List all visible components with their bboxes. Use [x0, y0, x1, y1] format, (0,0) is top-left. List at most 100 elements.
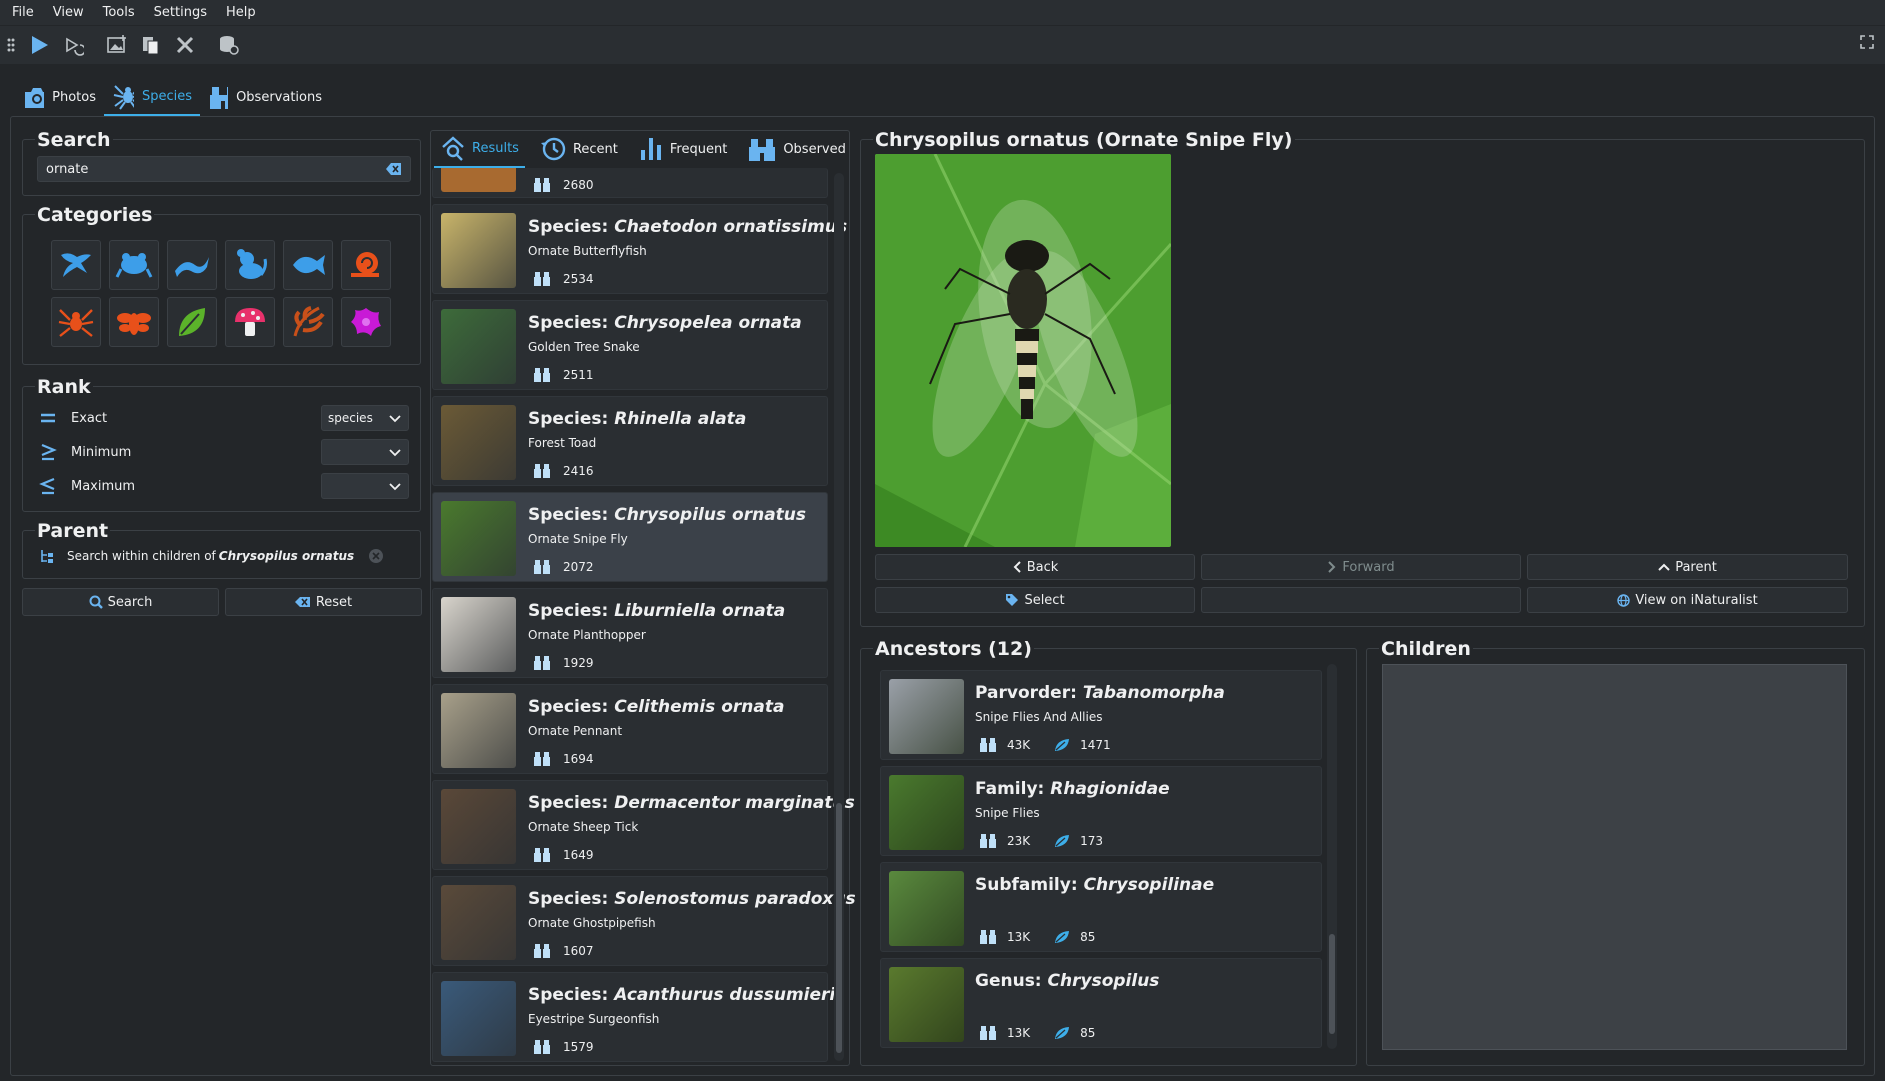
ancestor-stats: 13K 85 — [979, 929, 1095, 945]
result-card[interactable]: Species: Acanthurus dussumieri Eyestripe… — [432, 972, 835, 1062]
children-title: Children — [1379, 638, 1473, 660]
results-scroll-thumb[interactable] — [836, 803, 842, 1053]
category-frog[interactable] — [109, 240, 159, 290]
ancestor-card[interactable]: Subfamily: Chrysopilinae 13K 85 — [880, 862, 1322, 952]
menu-view[interactable]: View — [53, 5, 84, 20]
categories-group: Categories — [22, 204, 421, 365]
result-card[interactable]: Species: Chrysopelea ornata Golden Tree … — [432, 300, 828, 390]
forward-button[interactable]: Forward — [1201, 554, 1521, 580]
parent-button[interactable]: Parent — [1527, 554, 1848, 580]
play-icon[interactable] — [22, 29, 56, 61]
result-card[interactable]: Species: Solenostomus paradoxus Ornate G… — [432, 876, 856, 966]
result-count: 2416 — [563, 464, 594, 478]
database-refresh-icon[interactable] — [212, 29, 246, 61]
select-button[interactable]: Select — [875, 587, 1195, 613]
clear-icon[interactable] — [168, 29, 202, 61]
mollusk-icon — [351, 252, 379, 277]
result-title: Species: Rhinella alata — [528, 409, 747, 429]
result-card[interactable]: Species: Chrysopilus ornatus Ornate Snip… — [432, 492, 828, 582]
tab-recent[interactable]: Recent — [533, 130, 624, 168]
menu-bar: File View Tools Settings Help — [0, 0, 1885, 25]
clear-parent-icon[interactable] — [368, 548, 384, 564]
menu-help[interactable]: Help — [226, 5, 256, 20]
paste-icon[interactable] — [134, 29, 168, 61]
children-list[interactable] — [1382, 664, 1847, 1050]
category-arachnid[interactable] — [51, 297, 101, 347]
result-card[interactable]: Species: Rhinella alata Forest Toad 2416 — [432, 396, 828, 486]
tab-species[interactable]: Species — [104, 78, 200, 116]
rank-minimum-select[interactable] — [321, 439, 409, 465]
search-icon — [89, 595, 103, 609]
result-card-partial[interactable]: 2680 — [432, 168, 828, 198]
results-scrollbar[interactable] — [834, 173, 844, 1061]
category-insect[interactable] — [109, 297, 159, 347]
tab-photos[interactable]: Photos — [14, 78, 104, 116]
tab-frequent[interactable]: Frequent — [632, 130, 733, 168]
result-common-name: Ornate Planthopper — [528, 628, 646, 642]
back-button[interactable]: Back — [875, 554, 1195, 580]
ancestor-stats: 43K 1471 — [979, 737, 1111, 753]
result-count: 2534 — [563, 272, 594, 286]
menu-tools[interactable]: Tools — [103, 5, 135, 20]
result-title: Species: Solenostomus paradoxus — [528, 889, 856, 909]
ancestor-card[interactable]: Parvorder: Tabanomorpha Snipe Flies And … — [880, 670, 1322, 760]
rank-exact-label: Exact — [71, 410, 108, 426]
ancestors-scrollbar[interactable] — [1327, 664, 1337, 1049]
binoculars-icon — [980, 1026, 996, 1040]
menu-file[interactable]: File — [12, 5, 34, 20]
tag-icon — [1006, 594, 1019, 606]
search-input[interactable]: ornate — [37, 156, 411, 182]
result-card[interactable]: Species: Celithemis ornata Ornate Pennan… — [432, 684, 828, 774]
category-chromista[interactable] — [283, 297, 333, 347]
inaturalist-button-label: View on iNaturalist — [1635, 592, 1758, 608]
rank-exact-select[interactable]: species — [321, 405, 409, 431]
ancestors-scroll-thumb[interactable] — [1329, 934, 1335, 1034]
category-mammal[interactable] — [225, 240, 275, 290]
result-stat: 2534 — [533, 271, 594, 287]
ancestor-stats: 23K 173 — [979, 833, 1103, 849]
search-input-value: ornate — [46, 161, 89, 177]
empty-button[interactable] — [1201, 587, 1521, 613]
reset-button[interactable]: Reset — [225, 588, 422, 616]
tab-observations[interactable]: Observations — [200, 78, 330, 116]
result-title: Species: Celithemis ornata — [528, 697, 785, 717]
search-group-title: Search — [35, 129, 113, 151]
camera-icon — [25, 88, 45, 108]
fullscreen-icon[interactable] — [1859, 34, 1875, 54]
taxon-photo[interactable] — [875, 154, 1171, 547]
ancestor-thumb — [889, 775, 964, 850]
parent-taxon-name: Chrysopilus ornatus — [218, 549, 355, 563]
play-step-icon[interactable] — [56, 29, 90, 61]
ancestor-title: Family: Rhagionidae — [975, 779, 1170, 799]
rank-minimum-row: Minimum — [39, 438, 409, 466]
category-fungi[interactable] — [225, 297, 275, 347]
result-card[interactable]: Species: Liburniella ornata Ornate Plant… — [432, 588, 828, 678]
category-fish[interactable] — [283, 240, 333, 290]
result-card[interactable]: Species: Dermacentor marginatus Ornate S… — [432, 780, 855, 870]
result-card[interactable]: Species: Chaetodon ornatissimus Ornate B… — [432, 204, 847, 294]
result-count: 1579 — [563, 1040, 594, 1054]
menu-settings[interactable]: Settings — [154, 5, 207, 20]
add-image-icon[interactable] — [100, 29, 134, 61]
arachnid-icon — [58, 309, 94, 337]
rank-minimum-label: Minimum — [71, 444, 132, 460]
ancestor-card[interactable]: Genus: Chrysopilus 13K 85 — [880, 958, 1322, 1048]
rank-maximum-select[interactable] — [321, 473, 409, 499]
category-reptile[interactable] — [167, 240, 217, 290]
category-mollusk[interactable] — [341, 240, 391, 290]
result-thumb — [441, 885, 516, 960]
tab-results[interactable]: Results — [434, 130, 525, 168]
category-bird[interactable] — [51, 240, 101, 290]
result-thumb — [441, 789, 516, 864]
result-thumb — [441, 597, 516, 672]
category-protozoa[interactable] — [341, 297, 391, 347]
inaturalist-button[interactable]: View on iNaturalist — [1527, 587, 1848, 613]
result-stat: 1579 — [533, 1039, 594, 1055]
category-plant[interactable] — [167, 297, 217, 347]
bird-icon — [61, 253, 91, 277]
ancestor-card[interactable]: Family: Rhagionidae Snipe Flies 23K 173 — [880, 766, 1322, 856]
tab-observed[interactable]: Observed — [741, 130, 852, 168]
clear-input-icon[interactable] — [386, 162, 402, 176]
search-button[interactable]: Search — [22, 588, 219, 616]
toolbar-handle-icon[interactable] — [0, 29, 22, 61]
